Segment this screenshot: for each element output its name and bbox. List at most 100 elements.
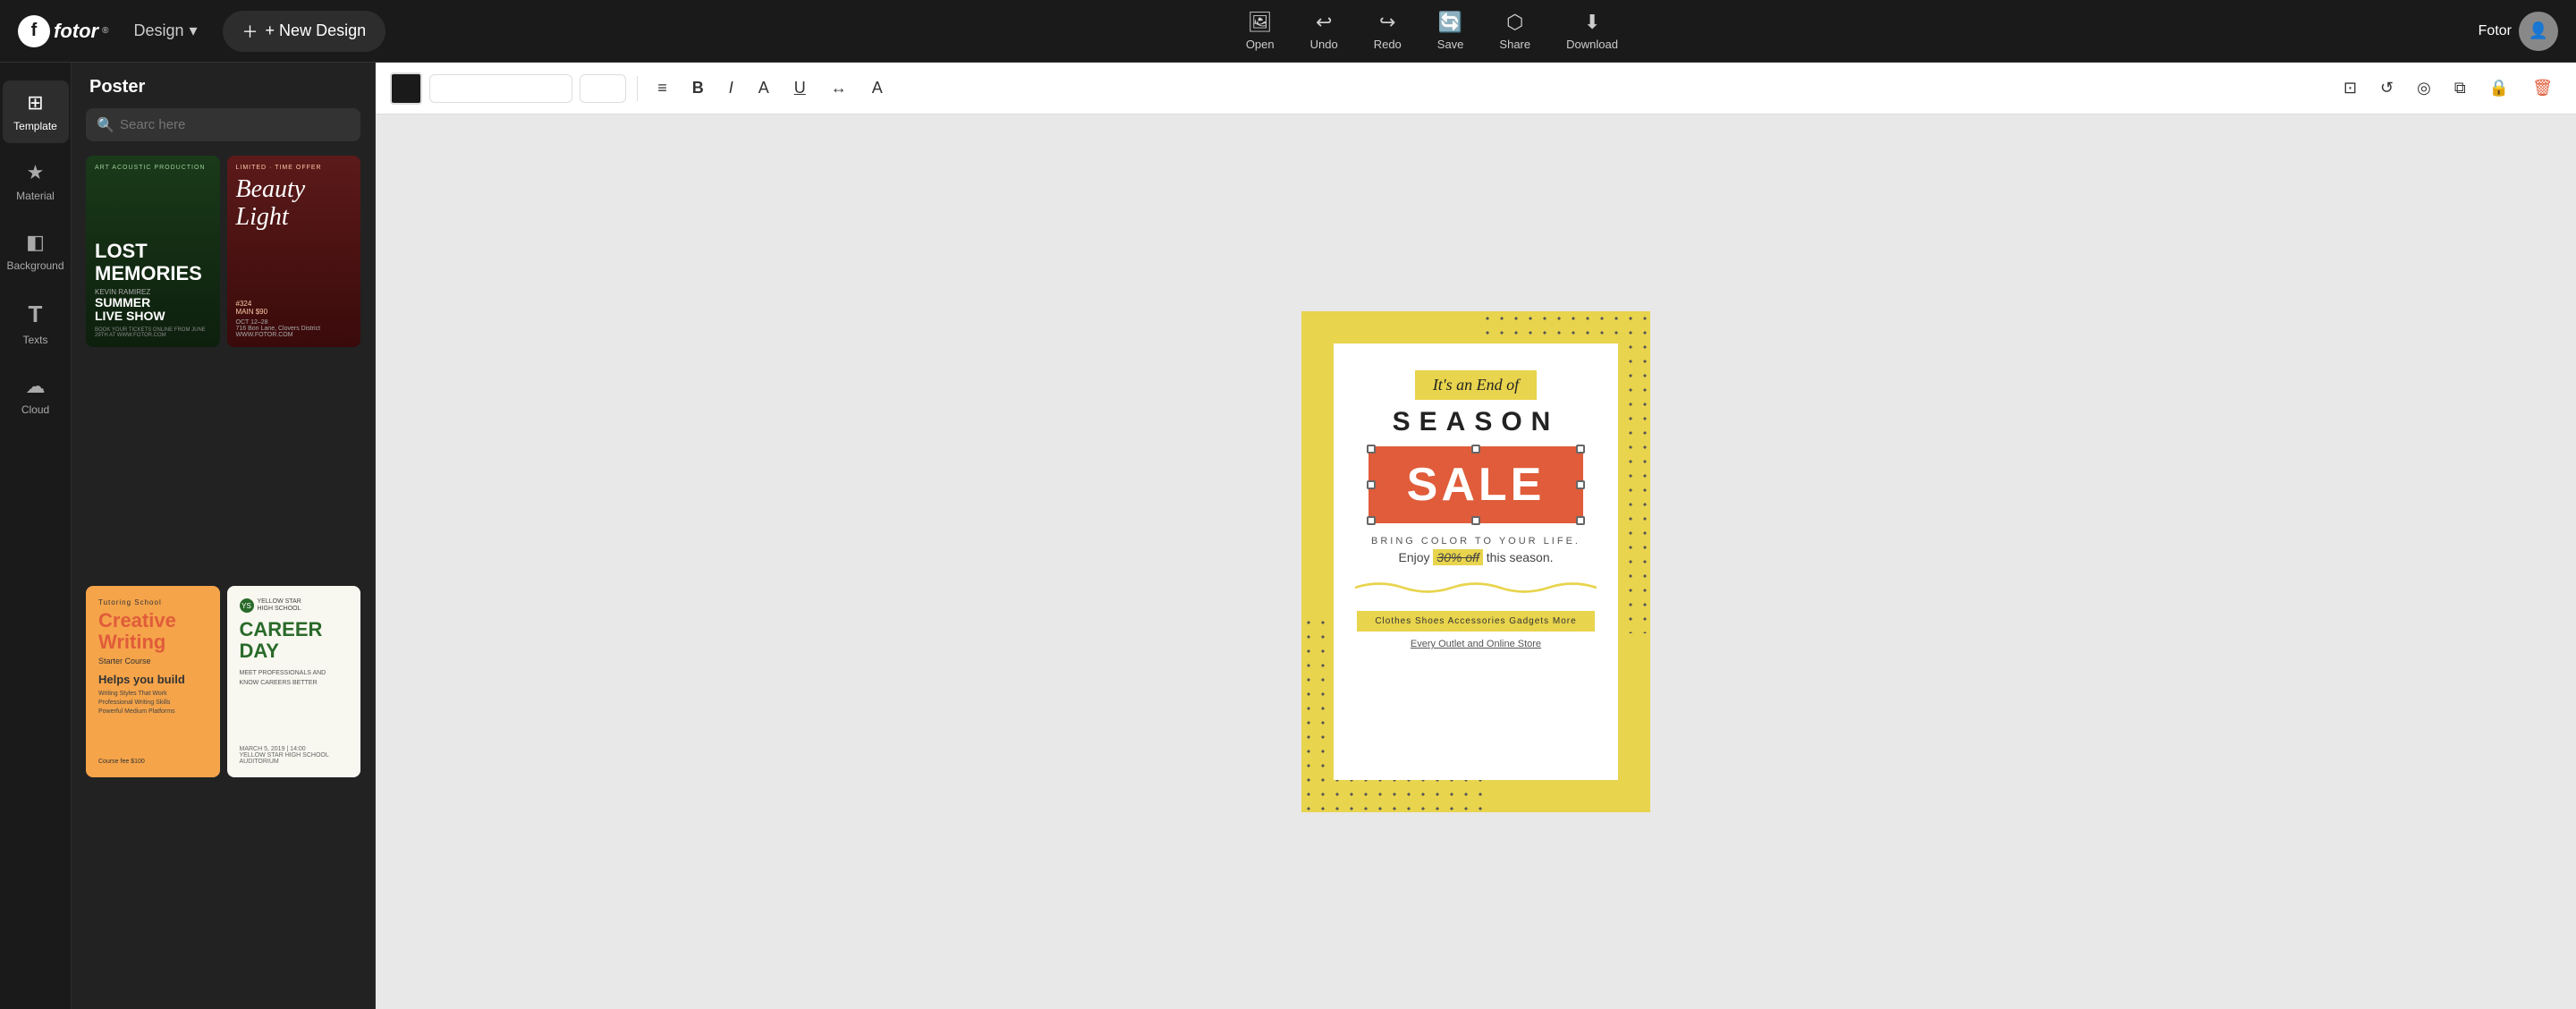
save-label: Save bbox=[1437, 38, 1464, 51]
new-design-button[interactable]: ＋ + New Design bbox=[223, 11, 386, 52]
card-show: SUMMERLIVE SHOW bbox=[95, 296, 211, 324]
poster-sale-box[interactable]: SALE bbox=[1368, 446, 1584, 523]
search-input[interactable] bbox=[86, 108, 360, 141]
save-icon: 🔄 bbox=[1438, 11, 1462, 34]
download-button[interactable]: ⬇ Download bbox=[1566, 11, 1618, 51]
case-button[interactable]: A bbox=[863, 73, 892, 103]
card-title: LOSTMEMORIES bbox=[95, 241, 211, 284]
card-school: Tutoring School bbox=[98, 598, 208, 606]
avatar[interactable]: 👤 bbox=[2519, 12, 2558, 51]
logo-text: fotor bbox=[54, 20, 98, 43]
material-icon: ★ bbox=[27, 161, 45, 184]
undo-icon: ↩ bbox=[1316, 11, 1332, 34]
download-icon: ⬇ bbox=[1584, 11, 1600, 34]
crop-button[interactable]: ⊡ bbox=[2334, 73, 2366, 103]
italic-button[interactable]: I bbox=[720, 73, 742, 103]
delete-button[interactable]: 🗑 bbox=[2523, 73, 2562, 103]
username: Fotor bbox=[2479, 23, 2512, 39]
design-label: Design bbox=[133, 21, 183, 40]
poster-outlet: Every Outlet and Online Store bbox=[1411, 639, 1541, 649]
design-menu[interactable]: Design ▾ bbox=[123, 16, 208, 46]
main-area: ⊞ Template ★ Material ◧ Background T Tex… bbox=[0, 63, 2576, 1009]
poster-canvas[interactable]: It's an End of SEASON SALE bbox=[1301, 311, 1650, 812]
sidebar-item-cloud[interactable]: ☁ Cloud bbox=[3, 364, 69, 427]
card-bg: YS YELLOW STARHIGH SCHOOL CAREERDAY MEET… bbox=[227, 586, 361, 777]
sidebar-item-background[interactable]: ◧ Background bbox=[3, 220, 69, 283]
mask-button[interactable]: ◎ bbox=[2408, 73, 2440, 103]
sidebar: ⊞ Template ★ Material ◧ Background T Tex… bbox=[0, 63, 72, 1009]
handle-mr[interactable] bbox=[1576, 480, 1585, 489]
canvas-area: It's an End of SEASON SALE bbox=[376, 114, 2576, 1009]
font-color-picker[interactable] bbox=[390, 72, 422, 105]
card-beauty: BeautyLight bbox=[236, 176, 352, 232]
spacing-button[interactable]: ↔ bbox=[822, 73, 856, 103]
handle-tr[interactable] bbox=[1576, 445, 1585, 454]
template-card-beauty-light[interactable]: LIMITED · TIME OFFER BeautyLight #324MAI… bbox=[227, 156, 361, 347]
font-size-button[interactable]: A bbox=[750, 73, 778, 103]
template-panel: Poster 🔍 ART ACOUSTIC PRODUCTION LOSTMEM… bbox=[72, 63, 376, 1009]
share-label: Share bbox=[1499, 38, 1530, 51]
font-size-value: 60 bbox=[589, 81, 605, 96]
logo-icon: f bbox=[18, 15, 50, 47]
share-button[interactable]: ⬡ Share bbox=[1499, 11, 1530, 51]
sale-text: SALE bbox=[1407, 458, 1546, 512]
underline-button[interactable]: U bbox=[785, 73, 815, 103]
handle-br[interactable] bbox=[1576, 516, 1585, 525]
handle-ml[interactable] bbox=[1367, 480, 1376, 489]
handle-bl[interactable] bbox=[1367, 516, 1376, 525]
card-creative: CreativeWriting bbox=[98, 610, 208, 653]
template-card-lost-memories[interactable]: ART ACOUSTIC PRODUCTION LOSTMEMORIES KEV… bbox=[86, 156, 220, 347]
sidebar-label-texts: Texts bbox=[22, 334, 47, 346]
card-helps: Helps you build bbox=[98, 673, 208, 686]
layers-button[interactable]: ⧉ bbox=[2445, 73, 2475, 103]
redo-icon: ↪ bbox=[1379, 11, 1395, 34]
poster-content: It's an End of SEASON SALE bbox=[1334, 343, 1618, 780]
templates-grid: ART ACOUSTIC PRODUCTION LOSTMEMORIES KEV… bbox=[72, 156, 375, 1009]
template-card-creative-writing[interactable]: Tutoring School CreativeWriting Starter … bbox=[86, 586, 220, 777]
top-right: Fotor 👤 bbox=[2479, 12, 2558, 51]
download-label: Download bbox=[1566, 38, 1618, 51]
sidebar-item-material[interactable]: ★ Material bbox=[3, 150, 69, 213]
new-design-label: + New Design bbox=[266, 21, 367, 40]
card-offer: LIMITED · TIME OFFER bbox=[236, 165, 352, 171]
school-name: YELLOW STARHIGH SCHOOL bbox=[258, 598, 301, 614]
handle-tl[interactable] bbox=[1367, 445, 1376, 454]
search-bar: 🔍 bbox=[86, 108, 360, 141]
off-text: 30% off bbox=[1433, 549, 1482, 565]
lock-button[interactable]: 🔒 bbox=[2480, 73, 2518, 103]
redo-button[interactable]: ↪ Redo bbox=[1374, 11, 1402, 51]
card-info: BOOK YOUR TICKETS ONLINE FROM JUNE 29TH … bbox=[95, 327, 211, 338]
sidebar-item-template[interactable]: ⊞ Template bbox=[3, 81, 69, 143]
cloud-icon: ☁ bbox=[26, 375, 46, 398]
template-card-career-day[interactable]: YS YELLOW STARHIGH SCHOOL CAREERDAY MEET… bbox=[227, 586, 361, 777]
user-info: Fotor 👤 bbox=[2479, 12, 2558, 51]
card-desc: Writing Styles That WorkProfessional Wri… bbox=[98, 690, 208, 716]
top-bar: f fotor ® Design ▾ ＋ + New Design 🖼 Open… bbox=[0, 0, 2576, 63]
handle-bm[interactable] bbox=[1471, 516, 1480, 525]
editor-area: Raleway Extr ▾ 60 ▾ ≡ B I A U ↔ A ⊡ ↺ ◎ … bbox=[376, 63, 2576, 1009]
rotate-button[interactable]: ↺ bbox=[2371, 73, 2402, 103]
open-button[interactable]: 🖼 Open bbox=[1246, 11, 1275, 51]
sidebar-label-cloud: Cloud bbox=[21, 403, 49, 416]
align-button[interactable]: ≡ bbox=[648, 73, 676, 103]
share-icon: ⬡ bbox=[1506, 11, 1523, 34]
bold-button[interactable]: B bbox=[683, 73, 713, 103]
format-bar: Raleway Extr ▾ 60 ▾ ≡ B I A U ↔ A ⊡ ↺ ◎ … bbox=[376, 63, 2576, 114]
poster-enjoy: Enjoy 30% off this season. bbox=[1398, 550, 1553, 564]
logo: f fotor ® bbox=[18, 15, 108, 47]
sidebar-label-template: Template bbox=[13, 120, 57, 132]
card-date: MARCH 5, 2019 | 14:00YELLOW STAR HIGH SC… bbox=[240, 746, 349, 765]
handle-tm[interactable] bbox=[1471, 445, 1480, 454]
card-bg: ART ACOUSTIC PRODUCTION LOSTMEMORIES KEV… bbox=[86, 156, 220, 347]
sidebar-item-texts[interactable]: T Texts bbox=[3, 290, 69, 357]
texts-icon: T bbox=[29, 301, 43, 328]
font-name-select[interactable]: Raleway Extr ▾ bbox=[429, 74, 572, 103]
save-button[interactable]: 🔄 Save bbox=[1437, 11, 1464, 51]
font-size-select[interactable]: 60 ▾ bbox=[580, 74, 626, 103]
plus-icon: ＋ bbox=[242, 20, 258, 43]
format-right: ⊡ ↺ ◎ ⧉ 🔒 🗑 bbox=[2334, 73, 2562, 103]
card-bg: LIMITED · TIME OFFER BeautyLight #324MAI… bbox=[227, 156, 361, 347]
sidebar-label-material: Material bbox=[16, 190, 55, 202]
card-bg: Tutoring School CreativeWriting Starter … bbox=[86, 586, 220, 777]
undo-button[interactable]: ↩ Undo bbox=[1310, 11, 1338, 51]
